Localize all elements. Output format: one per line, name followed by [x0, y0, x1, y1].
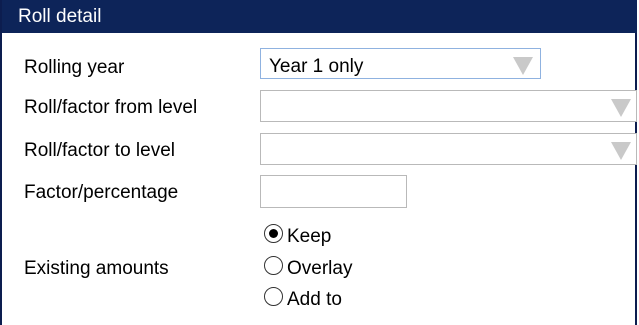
chevron-down-icon: [513, 57, 533, 75]
radio-add-to-label: Add to: [287, 289, 342, 310]
radio-keep-label: Keep: [287, 226, 332, 247]
rolling-year-select[interactable]: Year 1 only: [260, 48, 541, 79]
chevron-down-icon: [611, 142, 631, 160]
existing-amounts-label: Existing amounts: [24, 258, 169, 279]
radio-add-to[interactable]: Add to: [264, 285, 342, 310]
factor-percentage-input[interactable]: [260, 175, 407, 208]
radio-button-checked[interactable]: [264, 223, 283, 243]
roll-from-level-label: Roll/factor from level: [24, 97, 198, 118]
roll-from-level-select[interactable]: [260, 90, 637, 122]
panel-title: Roll detail: [2, 0, 637, 33]
radio-button[interactable]: [264, 286, 283, 306]
radio-overlay[interactable]: Overlay: [264, 254, 352, 279]
chevron-down-icon: [611, 99, 631, 117]
rolling-year-label: Rolling year: [24, 57, 125, 78]
radio-keep[interactable]: Keep: [264, 222, 331, 247]
roll-to-level-label: Roll/factor to level: [24, 140, 176, 161]
radio-dot-icon: [269, 228, 278, 238]
factor-percentage-label: Factor/percentage: [24, 182, 179, 203]
roll-to-level-select[interactable]: [260, 133, 637, 165]
roll-detail-panel: Roll detail Rolling year Year 1 only Rol…: [0, 0, 637, 325]
radio-overlay-label: Overlay: [287, 258, 353, 279]
radio-button[interactable]: [264, 255, 283, 275]
rolling-year-value: Year 1 only: [269, 56, 364, 77]
